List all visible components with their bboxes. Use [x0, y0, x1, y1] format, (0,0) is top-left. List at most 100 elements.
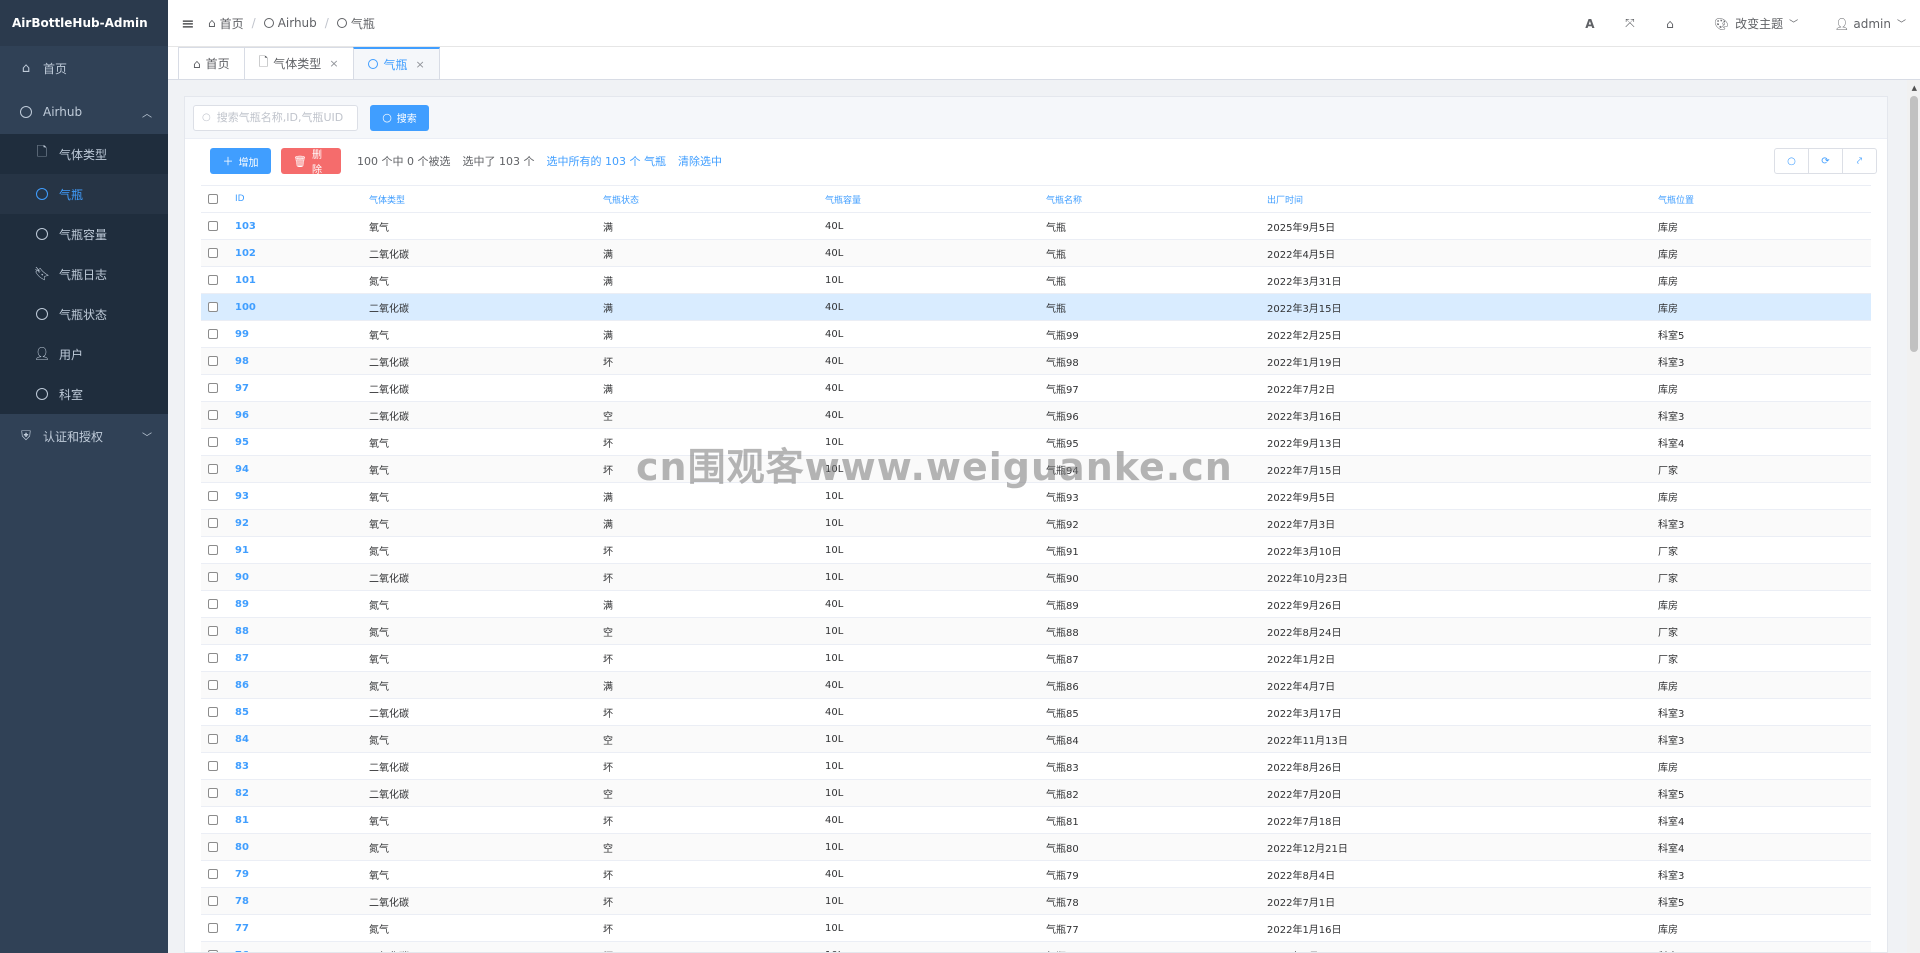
table-row[interactable]: 84 氮气空 10L 气瓶84 2022年11月13日 科室3: [201, 725, 1871, 753]
table-row[interactable]: 92 氧气满 10L 气瓶92 2022年7月3日 科室3: [201, 509, 1871, 537]
breadcrumb-airhub[interactable]: Airhub: [263, 16, 317, 30]
cell-id[interactable]: 86: [235, 671, 369, 699]
row-checkbox[interactable]: [201, 293, 235, 321]
table-row[interactable]: 82 二氧化碳空 10L 气瓶82 2022年7月20日 科室5: [201, 779, 1871, 807]
font-size-icon[interactable]: A: [1570, 0, 1610, 47]
table-row[interactable]: 102 二氧化碳满 40L 气瓶 2022年4月5日 库房: [201, 239, 1871, 267]
clear-selection-link[interactable]: 清除选中: [678, 153, 722, 169]
row-checkbox[interactable]: [201, 671, 235, 699]
sidebar-item-department[interactable]: 科室: [0, 374, 168, 414]
close-icon[interactable]: ×: [329, 57, 338, 70]
cell-id[interactable]: 84: [235, 725, 369, 753]
row-checkbox[interactable]: [201, 725, 235, 753]
sidebar-item-auth[interactable]: ⛨ 认证和授权 ﹀: [0, 414, 168, 458]
row-checkbox[interactable]: [201, 401, 235, 429]
cell-id[interactable]: 94: [235, 455, 369, 483]
sidebar-item-gas-type[interactable]: 🗋 气体类型: [0, 134, 168, 174]
row-checkbox[interactable]: [201, 590, 235, 618]
sidebar-item-bottle-status[interactable]: 气瓶状态: [0, 294, 168, 334]
row-checkbox[interactable]: [201, 806, 235, 834]
scroll-up-arrow-icon[interactable]: ▲: [1912, 84, 1917, 92]
search-button[interactable]: ○ 搜索: [370, 104, 429, 131]
table-row[interactable]: 76二氧化碳坏10L气瓶762022年9月22日科室5: [201, 941, 1871, 952]
table-row[interactable]: 78 二氧化碳坏 10L 气瓶78 2022年7月1日 科室5: [201, 887, 1871, 915]
sidebar-item-home[interactable]: ⌂ 首页: [0, 46, 168, 90]
cell-id[interactable]: 102: [235, 239, 369, 267]
cell-id[interactable]: 98: [235, 347, 369, 375]
tab-gas-type[interactable]: 🗋 气体类型 ×: [243, 47, 354, 79]
sidebar-item-user[interactable]: 👤︎ 用户: [0, 334, 168, 374]
search-input[interactable]: [216, 111, 347, 124]
cell-id[interactable]: 87: [235, 644, 369, 672]
search-box[interactable]: ○: [193, 104, 358, 131]
row-checkbox[interactable]: [201, 644, 235, 672]
table-row[interactable]: 90 二氧化碳坏 10L 气瓶90 2022年10月23日 厂家: [201, 563, 1871, 591]
cell-id[interactable]: 88: [235, 617, 369, 645]
column-header-capacity[interactable]: 气瓶容量: [825, 185, 1046, 213]
table-row[interactable]: 87 氧气坏 10L 气瓶87 2022年1月2日 厂家: [201, 644, 1871, 672]
tab-bottle[interactable]: 气瓶 ×: [352, 47, 440, 79]
cell-id[interactable]: 101: [235, 266, 369, 294]
select-all-checkbox[interactable]: [201, 185, 235, 213]
cell-id[interactable]: 82: [235, 779, 369, 807]
column-header-name[interactable]: 气瓶名称: [1046, 185, 1267, 213]
row-checkbox[interactable]: [201, 752, 235, 780]
cell-id[interactable]: 92: [235, 509, 369, 537]
row-checkbox[interactable]: [201, 698, 235, 726]
export-button[interactable]: ⤤: [1842, 148, 1877, 174]
sidebar-item-bottle-capacity[interactable]: 气瓶容量: [0, 214, 168, 254]
table-row[interactable]: 79 氧气坏 40L 气瓶79 2022年8月4日 科室3: [201, 860, 1871, 888]
row-checkbox[interactable]: [201, 374, 235, 402]
cell-id[interactable]: 81: [235, 806, 369, 834]
row-checkbox[interactable]: [201, 509, 235, 537]
close-icon[interactable]: ×: [416, 58, 425, 71]
cell-id[interactable]: 103: [235, 212, 369, 240]
sidebar-item-airhub[interactable]: Airhub ︿: [0, 90, 168, 134]
row-checkbox[interactable]: [201, 941, 235, 952]
table-row[interactable]: 98 二氧化碳坏 40L 气瓶98 2022年1月19日 科室3: [201, 347, 1871, 375]
row-checkbox[interactable]: [201, 914, 235, 942]
cell-id[interactable]: 97: [235, 374, 369, 402]
row-checkbox[interactable]: [201, 833, 235, 861]
cell-id[interactable]: 93: [235, 482, 369, 510]
sidebar-item-bottle-log[interactable]: 🔖︎ 气瓶日志: [0, 254, 168, 294]
cell-id[interactable]: 78: [235, 887, 369, 915]
cell-id[interactable]: 77: [235, 914, 369, 942]
cell-id[interactable]: 85: [235, 698, 369, 726]
cell-id[interactable]: 100: [235, 293, 369, 321]
table-row[interactable]: 91 氮气坏 10L 气瓶91 2022年3月10日 厂家: [201, 536, 1871, 564]
scrollbar-thumb[interactable]: [1910, 96, 1918, 352]
row-checkbox[interactable]: [201, 266, 235, 294]
add-button[interactable]: ＋ 增加: [210, 148, 271, 174]
cell-id[interactable]: 79: [235, 860, 369, 888]
cell-id[interactable]: 91: [235, 536, 369, 564]
cell-id[interactable]: 99: [235, 320, 369, 348]
breadcrumb-home[interactable]: ⌂ 首页: [208, 15, 244, 32]
row-checkbox[interactable]: [201, 482, 235, 510]
table-row[interactable]: 80 氮气空 10L 气瓶80 2022年12月21日 科室4: [201, 833, 1871, 861]
column-header-status[interactable]: 气瓶状态: [603, 185, 825, 213]
table-row[interactable]: 83 二氧化碳坏 10L 气瓶83 2022年8月26日 库房: [201, 752, 1871, 780]
sidebar-item-bottle[interactable]: 气瓶: [0, 174, 168, 214]
table-row[interactable]: 85 二氧化碳坏 40L 气瓶85 2022年3月17日 科室3: [201, 698, 1871, 726]
row-checkbox[interactable]: [201, 563, 235, 591]
refresh-button[interactable]: ⟳: [1808, 148, 1843, 174]
row-checkbox[interactable]: [201, 239, 235, 267]
delete-button[interactable]: 🗑︎ 删除: [281, 148, 341, 176]
hamburger-icon[interactable]: ≡: [168, 14, 208, 33]
fullscreen-icon[interactable]: ⤧: [1610, 0, 1650, 47]
table-row[interactable]: 96 二氧化碳空 40L 气瓶96 2022年3月16日 科室3: [201, 401, 1871, 429]
row-checkbox[interactable]: [201, 428, 235, 456]
column-header-gas-type[interactable]: 气体类型: [369, 185, 603, 213]
cell-id[interactable]: 89: [235, 590, 369, 618]
column-header-id[interactable]: ID: [235, 185, 369, 213]
theme-dropdown[interactable]: 🎨︎ 改变主题 ﹀: [1690, 0, 1810, 47]
cell-id[interactable]: 83: [235, 752, 369, 780]
table-row[interactable]: 99 氧气满 40L 气瓶99 2022年2月25日 科室5: [201, 320, 1871, 348]
table-row[interactable]: 81 氧气坏 40L 气瓶81 2022年7月18日 科室4: [201, 806, 1871, 834]
row-checkbox[interactable]: [201, 779, 235, 807]
table-row[interactable]: 100 二氧化碳满 40L 气瓶 2022年3月15日 库房: [201, 293, 1871, 321]
cell-id[interactable]: 76: [235, 941, 369, 952]
home-icon[interactable]: ⌂: [1650, 0, 1690, 47]
cell-id[interactable]: 90: [235, 563, 369, 591]
